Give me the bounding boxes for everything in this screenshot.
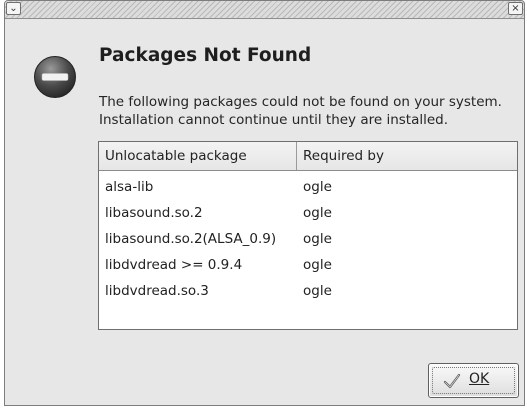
table-row[interactable]: libasound.so.2(ALSA_0.9) ogle (99, 227, 517, 253)
checkmark-icon (443, 373, 461, 389)
dialog-message: The following packages could not be foun… (99, 93, 524, 129)
package-cell: libasound.so.2(ALSA_0.9) (105, 231, 277, 247)
stop-icon (34, 56, 76, 98)
dialog-window: ⌄ × Packages Not Found The following pac… (4, 0, 525, 406)
required-by-cell: ogle (303, 283, 332, 299)
table-row[interactable]: alsa-lib ogle (99, 175, 517, 201)
column-header-required-by[interactable]: Required by (297, 142, 517, 170)
required-by-cell: ogle (303, 231, 332, 247)
message-line-2: Installation cannot continue until they … (99, 112, 449, 128)
required-by-cell: ogle (303, 179, 332, 195)
dialog-title: Packages Not Found (99, 45, 312, 66)
package-cell: libdvdread.so.3 (105, 283, 209, 299)
package-cell: libasound.so.2 (105, 205, 203, 221)
ok-button[interactable]: OK (428, 363, 519, 398)
window-menu-button[interactable]: ⌄ (6, 2, 21, 15)
packages-table[interactable]: Unlocatable package Required by alsa-lib… (98, 141, 518, 330)
package-cell: libdvdread >= 0.9.4 (105, 257, 243, 273)
close-button[interactable]: × (508, 2, 523, 15)
ok-label: OK (469, 371, 490, 387)
message-line-1: The following packages could not be foun… (99, 94, 502, 110)
column-header-package[interactable]: Unlocatable package (99, 142, 297, 170)
chevron-down-icon: ⌄ (9, 3, 18, 14)
table-body: alsa-lib ogle libasound.so.2 ogle libaso… (99, 175, 517, 305)
title-bar[interactable]: ⌄ × (5, 1, 524, 19)
table-row[interactable]: libdvdread.so.3 ogle (99, 279, 517, 305)
table-header: Unlocatable package Required by (99, 142, 517, 171)
required-by-cell: ogle (303, 257, 332, 273)
table-row[interactable]: libasound.so.2 ogle (99, 201, 517, 227)
table-row[interactable]: libdvdread >= 0.9.4 ogle (99, 253, 517, 279)
package-cell: alsa-lib (105, 179, 154, 195)
required-by-cell: ogle (303, 205, 332, 221)
close-icon: × (511, 3, 520, 14)
